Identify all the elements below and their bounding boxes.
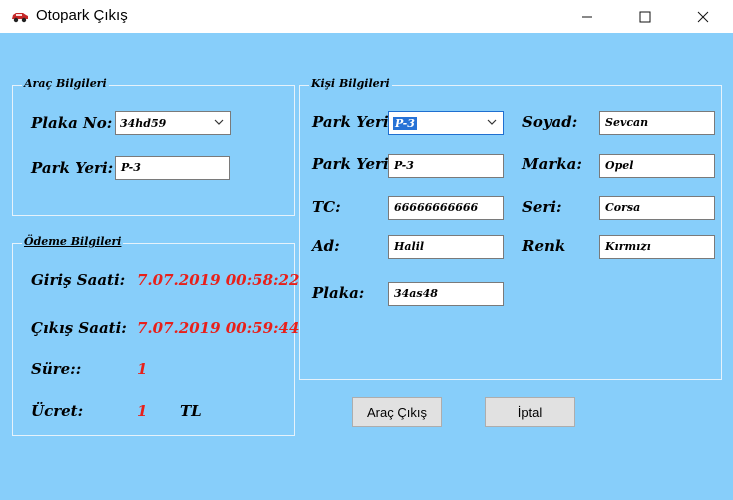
form-client-area: Araç Bilgileri Plaka No: 34hd59 Park Yer… xyxy=(0,33,733,500)
title-bar: Otopark Çıkış xyxy=(0,0,733,33)
ucret-label: Ücret: xyxy=(31,402,84,420)
odeme-bilgileri-title: Ödeme Bilgileri xyxy=(22,235,124,248)
kisi-bilgileri-title: Kişi Bilgileri xyxy=(309,77,392,90)
chevron-down-icon xyxy=(214,119,224,125)
cikis-saati-label: Çıkış Saati: xyxy=(31,319,127,337)
iptal-button[interactable]: İptal xyxy=(485,397,575,427)
giris-saati-label: Giriş Saati: xyxy=(31,271,126,289)
sure-label: Süre:: xyxy=(31,360,82,378)
plaka-no-value: 34hd59 xyxy=(120,117,167,130)
kisi-park-yeri-field[interactable]: P-3 xyxy=(388,154,504,178)
park-yeri-label: Park Yeri: xyxy=(31,159,114,177)
ad-field[interactable]: Halil xyxy=(388,235,504,259)
park-yeri-text-label: Park Yeri xyxy=(312,155,389,173)
ad-label: Ad: xyxy=(312,237,340,255)
park-yeri-field[interactable]: P-3 xyxy=(115,156,230,180)
sure-value: 1 xyxy=(137,360,148,378)
seri-label: Seri: xyxy=(522,198,562,216)
arac-bilgileri-title: Araç Bilgileri xyxy=(22,77,109,90)
window-title: Otopark Çıkış xyxy=(36,7,128,24)
marka-label: Marka: xyxy=(522,155,582,173)
maximize-icon xyxy=(639,11,651,22)
soyad-label: Soyad: xyxy=(522,113,578,131)
minimize-icon xyxy=(582,16,592,17)
plaka-field[interactable]: 34as48 xyxy=(388,282,504,306)
ucret-unit: TL xyxy=(180,402,202,420)
tc-field[interactable]: 66666666666 xyxy=(388,196,504,220)
renk-field[interactable]: Kırmızı xyxy=(599,235,715,259)
close-button[interactable] xyxy=(680,0,726,33)
plaka-label: Plaka: xyxy=(312,284,365,302)
arac-bilgileri-group: Araç Bilgileri xyxy=(12,77,295,216)
seri-field[interactable]: Corsa xyxy=(599,196,715,220)
car-icon xyxy=(12,13,28,23)
kisi-park-yeri-combobox[interactable]: P-3 xyxy=(388,111,504,135)
maximize-button[interactable] xyxy=(622,0,668,33)
arac-cikis-button[interactable]: Araç Çıkış xyxy=(352,397,442,427)
minimize-button[interactable] xyxy=(564,0,610,33)
kisi-park-yeri-combo-value: P-3 xyxy=(393,117,417,130)
plaka-no-combobox[interactable]: 34hd59 xyxy=(115,111,231,135)
ucret-value: 1 xyxy=(137,402,148,420)
tc-label: TC: xyxy=(312,198,341,216)
marka-field[interactable]: Opel xyxy=(599,154,715,178)
close-icon xyxy=(697,11,709,22)
giris-saati-value: 7.07.2019 00:58:22 xyxy=(137,271,300,289)
chevron-down-icon xyxy=(487,119,497,125)
plaka-no-label: Plaka No: xyxy=(31,114,113,132)
renk-label: Renk xyxy=(522,237,566,255)
park-yeri-combo-label: Park Yeri xyxy=(312,113,389,131)
cikis-saati-value: 7.07.2019 00:59:44 xyxy=(137,319,300,337)
soyad-field[interactable]: Sevcan xyxy=(599,111,715,135)
